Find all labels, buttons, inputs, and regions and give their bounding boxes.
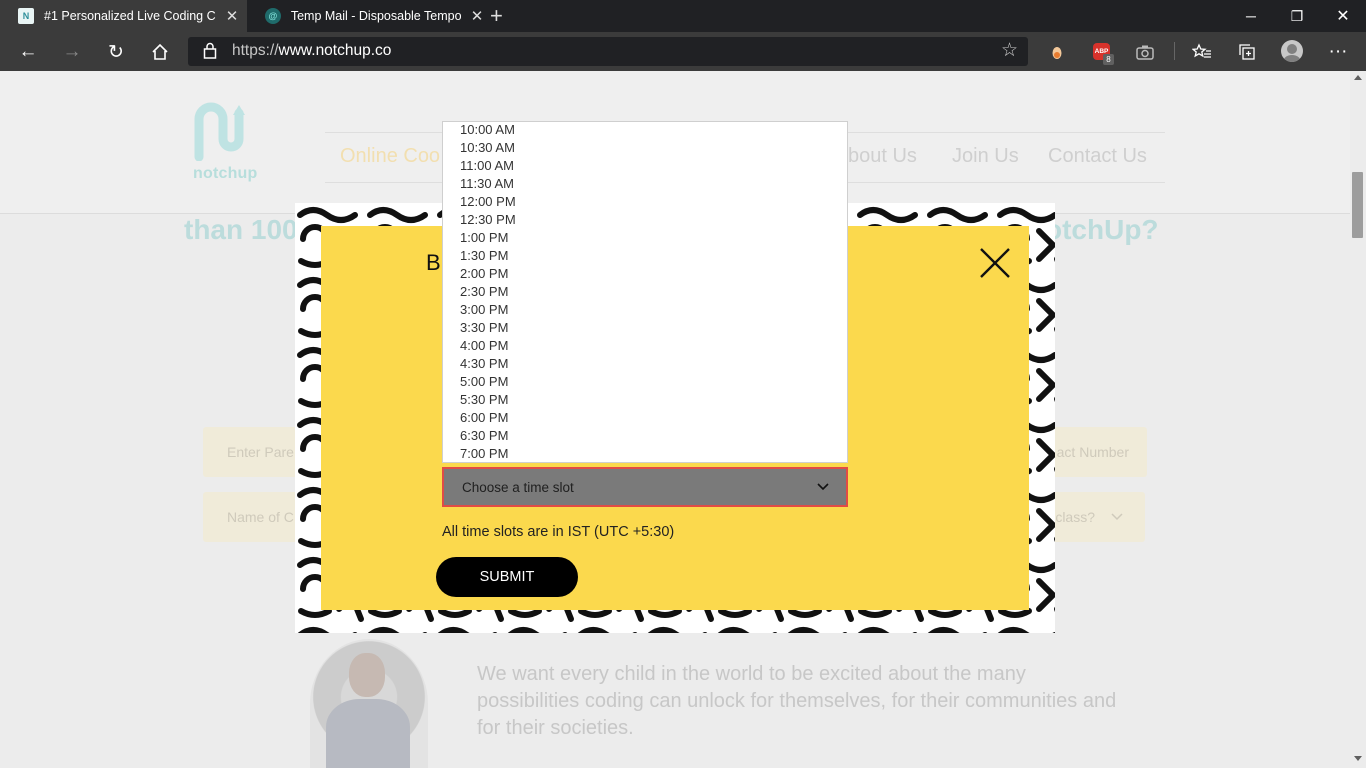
time-slot-option[interactable]: 3:00 PM bbox=[460, 302, 508, 317]
profile-avatar[interactable] bbox=[1281, 40, 1303, 62]
nav-contact-us[interactable]: Contact Us bbox=[1048, 145, 1147, 168]
time-slot-option[interactable]: 6:00 PM bbox=[460, 410, 508, 425]
photo-head bbox=[349, 653, 385, 697]
back-icon[interactable]: ← bbox=[16, 40, 40, 64]
time-slot-option[interactable]: 4:00 PM bbox=[460, 338, 508, 353]
time-slot-option[interactable]: 12:00 PM bbox=[460, 194, 516, 209]
headline-right: otchUp? bbox=[1045, 214, 1159, 245]
browser-toolbar: ← → ↻ https://www.notchup.co ☆ bbox=[0, 32, 1366, 71]
time-slot-option[interactable]: 5:00 PM bbox=[460, 374, 508, 389]
logo-text: notchup bbox=[193, 165, 258, 182]
more-menu-icon[interactable]: ··· bbox=[1326, 40, 1350, 64]
restore-button[interactable]: ❐ bbox=[1274, 0, 1320, 32]
favorite-star-icon[interactable]: ☆ bbox=[1001, 39, 1018, 62]
close-icon[interactable] bbox=[978, 246, 1012, 280]
tab-strip: N #1 Personalized Live Coding Clas ✕ @ T… bbox=[0, 0, 1366, 32]
site-logo[interactable]: notchup bbox=[193, 101, 257, 186]
photo-body bbox=[326, 699, 410, 768]
class-select-label: class? bbox=[1055, 509, 1095, 525]
tab-title: #1 Personalized Live Coding Clas bbox=[44, 9, 216, 23]
time-slot-option[interactable]: 6:30 PM bbox=[460, 428, 508, 443]
nav-online-coding[interactable]: Online Coo bbox=[340, 145, 440, 168]
time-slot-dropdown[interactable]: 10:00 AM 10:30 AM 11:00 AM 11:30 AM 12:0… bbox=[442, 121, 848, 463]
headline-left: than 100 bbox=[184, 214, 298, 245]
notchup-favicon: N bbox=[18, 8, 34, 24]
time-slot-option[interactable]: 10:00 AM bbox=[460, 122, 515, 137]
collections-icon[interactable] bbox=[1235, 40, 1259, 64]
url-text: https://www.notchup.co bbox=[232, 42, 392, 59]
refresh-icon[interactable]: ↻ bbox=[104, 40, 128, 64]
extension-count-badge: 8 bbox=[1103, 54, 1114, 65]
address-bar[interactable]: https://www.notchup.co ☆ bbox=[188, 37, 1028, 66]
time-slot-option[interactable]: 5:30 PM bbox=[460, 392, 508, 407]
close-tab-icon[interactable]: ✕ bbox=[222, 7, 242, 25]
favorites-icon[interactable] bbox=[1190, 40, 1214, 64]
new-tab-button[interactable]: + bbox=[490, 3, 503, 29]
notchup-logo-icon bbox=[194, 102, 245, 161]
close-window-button[interactable]: ✕ bbox=[1320, 0, 1366, 32]
tempmail-favicon: @ bbox=[265, 8, 281, 24]
tab-tempmail[interactable]: @ Temp Mail - Disposable Tempora ✕ bbox=[247, 0, 487, 32]
time-slot-select[interactable]: Choose a time slot bbox=[442, 467, 848, 507]
toolbar-divider bbox=[1174, 42, 1175, 60]
time-slot-option[interactable]: 4:30 PM bbox=[460, 356, 508, 371]
home-icon[interactable] bbox=[148, 40, 172, 64]
nav-about-us[interactable]: bout Us bbox=[848, 145, 917, 168]
lock-icon bbox=[203, 42, 217, 59]
chevron-down-icon bbox=[817, 483, 829, 491]
time-slot-option[interactable]: 12:30 PM bbox=[460, 212, 516, 227]
speaker-photo bbox=[310, 639, 428, 768]
time-slot-option[interactable]: 1:30 PM bbox=[460, 248, 508, 263]
scroll-down-arrow[interactable] bbox=[1354, 756, 1362, 761]
time-slot-option[interactable]: 2:00 PM bbox=[460, 266, 508, 281]
forward-icon[interactable]: → bbox=[60, 40, 84, 64]
chevron-down-icon bbox=[1111, 513, 1123, 521]
tab-notchup[interactable]: N #1 Personalized Live Coding Clas ✕ bbox=[0, 0, 247, 32]
time-slot-option[interactable]: 2:30 PM bbox=[460, 284, 508, 299]
time-slot-option[interactable]: 10:30 AM bbox=[460, 140, 515, 155]
time-slot-select-value: Choose a time slot bbox=[462, 480, 574, 495]
time-slot-option[interactable]: 11:30 AM bbox=[460, 176, 514, 191]
camera-icon[interactable] bbox=[1133, 40, 1157, 64]
time-slot-option[interactable]: 1:00 PM bbox=[460, 230, 508, 245]
extension-icon[interactable] bbox=[1045, 40, 1069, 64]
time-slot-option[interactable]: 7:00 PM bbox=[460, 446, 508, 461]
submit-button[interactable]: SUBMIT bbox=[436, 557, 578, 597]
time-slot-option[interactable]: 11:00 AM bbox=[460, 158, 514, 173]
nav-join-us[interactable]: Join Us bbox=[952, 145, 1019, 168]
scroll-thumb[interactable] bbox=[1352, 172, 1363, 238]
mission-statement: We want every child in the world to be e… bbox=[477, 663, 1117, 739]
tab-title: Temp Mail - Disposable Tempora bbox=[290, 9, 462, 23]
close-tab-icon[interactable]: ✕ bbox=[467, 7, 487, 25]
scroll-up-arrow[interactable] bbox=[1354, 75, 1362, 80]
timezone-note: All time slots are in IST (UTC +5:30) bbox=[442, 524, 675, 540]
page-scrollbar[interactable] bbox=[1350, 71, 1366, 768]
minimize-button[interactable]: ─ bbox=[1228, 0, 1274, 32]
time-slot-option[interactable]: 3:30 PM bbox=[460, 320, 508, 335]
modal-title: B bbox=[426, 250, 441, 275]
